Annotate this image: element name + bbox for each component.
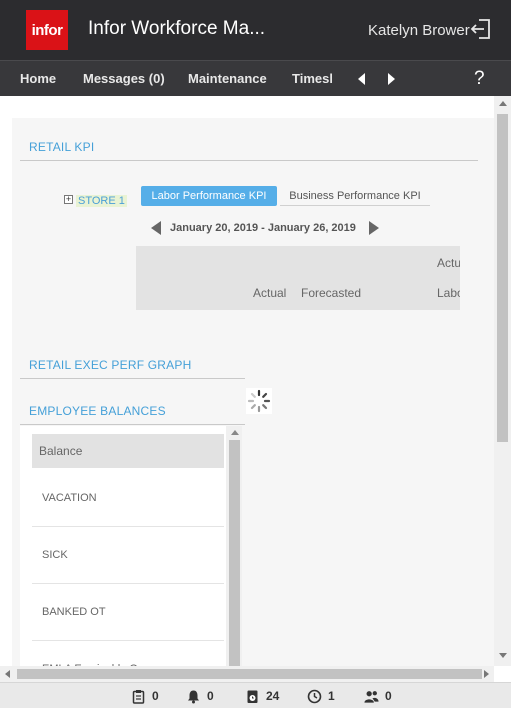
balance-column-header[interactable]: Balance [32,434,224,468]
user-name[interactable]: Katelyn Brower [368,22,470,39]
nav-prev-icon[interactable] [355,72,369,86]
kpi-table-header: Actu Actual Forecasted Labo [136,246,460,310]
top-bar: infor Infor Workforce Ma... Katelyn Brow… [0,0,511,60]
scroll-left-icon[interactable] [5,670,10,678]
balances-list: Balance VACATION SICK BANKED OT EMLA Eam… [20,426,242,666]
exec-graph-title[interactable]: RETAIL EXEC PERF GRAPH [29,358,191,372]
footer-tasks[interactable]: 0 [131,688,159,704]
kpi-header-actual-2: Actu [437,256,460,270]
app-title: Infor Workforce Ma... [88,18,266,39]
kpi-header-forecasted: Forecasted [301,286,362,300]
clipboard-icon [132,689,145,704]
footer-clock[interactable]: 1 [307,688,335,704]
balances-scrollbar[interactable] [226,426,242,666]
balances-scroll-up-icon[interactable] [231,430,239,435]
scroll-down-icon[interactable] [499,653,507,658]
nav-messages[interactable]: Messages (0) [83,71,165,86]
status-footer: 0 0 24 1 0 [0,682,511,708]
nav-home[interactable]: Home [20,71,56,86]
vertical-scroll-thumb[interactable] [497,114,508,442]
prev-week-icon[interactable] [151,221,161,235]
notifications-count: 0 [207,689,214,703]
next-week-icon[interactable] [369,221,379,235]
nav-maintenance[interactable]: Maintenance [188,71,267,86]
team-count: 0 [385,689,392,703]
sign-out-icon[interactable] [470,18,492,40]
nav-next-icon[interactable] [384,72,398,86]
clock-icon [307,689,322,703]
balance-row-emla[interactable]: EMLA Eaminalde O [32,641,224,666]
bell-icon [188,690,199,703]
main-nav: Home Messages (0) Maintenance Timesh ? [0,60,511,96]
help-icon[interactable]: ? [474,68,485,90]
store-label[interactable]: STORE 1 [76,195,127,207]
retail-kpi-title[interactable]: RETAIL KPI [29,140,94,154]
loading-spinner-icon [246,388,272,414]
content-area: RETAIL KPI + STORE 1 Labor Performance K… [0,96,511,666]
balances-scroll-thumb[interactable] [229,440,240,666]
retail-kpi-divider [20,160,478,161]
scroll-right-icon[interactable] [484,670,489,678]
kpi-header-labor: Labo [437,286,460,300]
tab-business-performance[interactable]: Business Performance KPI [280,186,430,206]
footer-timecard[interactable]: 24 [245,688,279,704]
employee-balances-title[interactable]: EMPLOYEE BALANCES [29,404,166,418]
tasks-count: 0 [152,689,159,703]
timecard-count: 24 [266,689,280,703]
kpi-header-actual: Actual [253,286,287,300]
employee-balances-divider [20,424,245,425]
scroll-up-icon[interactable] [499,101,507,106]
exec-graph-divider [20,378,245,379]
page-vertical-scrollbar[interactable] [494,96,511,666]
timecard-icon [247,690,258,703]
balance-row-sick[interactable]: SICK [32,527,224,584]
footer-notifications[interactable]: 0 [186,688,214,704]
horizontal-scroll-thumb[interactable] [17,669,482,679]
dashboard-panel: RETAIL KPI + STORE 1 Labor Performance K… [12,118,494,666]
expand-store-icon[interactable]: + [64,195,73,204]
nav-timesheet-clip: Timesh [290,61,332,97]
tab-labor-performance[interactable]: Labor Performance KPI [141,186,277,206]
balance-row-vacation[interactable]: VACATION [32,470,224,527]
balance-row-banked-ot[interactable]: BANKED OT [32,584,224,641]
clock-count: 1 [328,689,335,703]
infor-logo[interactable]: infor [26,10,68,50]
date-range: January 20, 2019 - January 26, 2019 [170,222,356,234]
page-horizontal-scrollbar[interactable] [0,666,494,682]
team-icon [364,690,379,703]
nav-timesheet[interactable]: Timesh [292,71,332,86]
footer-team[interactable]: 0 [364,688,392,704]
